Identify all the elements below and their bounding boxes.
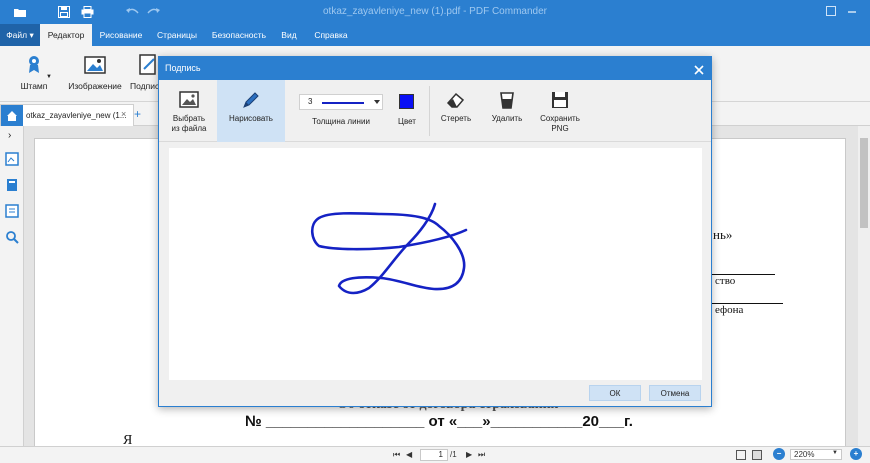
color-swatch[interactable] xyxy=(399,94,414,109)
pages-icon[interactable] xyxy=(5,152,19,166)
erase-label: Стереть xyxy=(440,114,472,123)
tab-help[interactable]: Справка xyxy=(306,24,356,46)
home-icon[interactable] xyxy=(1,105,23,127)
next-page-icon[interactable]: ▶ xyxy=(466,450,472,459)
ok-button[interactable]: ОК xyxy=(589,385,641,401)
title-bar: otkaz_zayavleniye_new (1).pdf - PDF Comm… xyxy=(0,0,870,24)
expand-sidebar-icon[interactable]: › xyxy=(8,130,11,141)
erase-button[interactable]: Стереть xyxy=(435,80,477,142)
prev-page-icon[interactable]: ◀ xyxy=(406,450,412,459)
file-menu[interactable]: Файл ▾ xyxy=(0,24,40,46)
dialog-title-bar: Подпись xyxy=(159,57,711,80)
save-png-button[interactable]: Сохранить PNG xyxy=(535,80,585,142)
doc-text-line1: ство xyxy=(715,275,736,287)
window-title: otkaz_zayavleniye_new (1).pdf - PDF Comm… xyxy=(323,6,547,17)
signature-icon xyxy=(139,54,156,75)
page-number-input[interactable]: 1 xyxy=(420,449,448,461)
toolbar-divider xyxy=(429,86,430,136)
left-sidebar: › xyxy=(0,126,24,446)
close-tab-icon[interactable]: × xyxy=(121,109,126,119)
tab-view[interactable]: Вид xyxy=(274,24,304,46)
pen-icon xyxy=(243,92,259,108)
status-bar: ⏮ ◀ 1 /1 ▶ ⏭ − 220% ▼ + xyxy=(0,446,870,463)
zoom-select[interactable]: 220% ▼ xyxy=(790,449,842,460)
delete-label: Удалить xyxy=(491,114,523,123)
stamp-button[interactable]: Штамп ▼ xyxy=(14,54,54,91)
settings-icon[interactable] xyxy=(824,4,838,18)
line-width-preview xyxy=(322,102,364,104)
tab-security[interactable]: Безопасность xyxy=(206,24,272,46)
draw-button[interactable]: Нарисовать xyxy=(217,80,285,142)
tab-pages[interactable]: Страницы xyxy=(150,24,204,46)
delete-button[interactable]: Удалить xyxy=(485,80,529,142)
doc-number-line: № ___________________ от «___»__________… xyxy=(245,413,633,430)
signature-drawing xyxy=(310,202,468,295)
draw-label: Нарисовать xyxy=(229,114,273,123)
cancel-button[interactable]: Отмена xyxy=(649,385,701,401)
zoom-in-icon[interactable]: + xyxy=(850,448,862,460)
choose-file-label: Выбрать из файла xyxy=(171,114,207,133)
line-width-select[interactable]: 3 xyxy=(299,94,383,110)
fit-page-icon[interactable] xyxy=(736,450,746,460)
doc-text-quote: нь» xyxy=(713,227,733,242)
ribbon-tabs: Файл ▾ Редактор Рисование Страницы Безоп… xyxy=(0,24,870,46)
color-button[interactable]: Цвет xyxy=(391,80,423,142)
first-page-icon[interactable]: ⏮ xyxy=(393,450,400,460)
page-total: /1 xyxy=(450,450,457,459)
minimize-icon[interactable] xyxy=(845,4,859,18)
document-tab-label: otkaz_zayavleniye_new (1... xyxy=(26,111,127,120)
line-width-label: Толщина линии xyxy=(312,117,370,126)
bookmarks-icon[interactable] xyxy=(5,178,19,192)
image-icon xyxy=(84,56,106,74)
scrollbar-thumb[interactable] xyxy=(860,138,868,228)
comments-icon[interactable] xyxy=(5,204,19,218)
close-icon[interactable] xyxy=(693,62,705,75)
line-width-group: 3 Толщина линии xyxy=(295,80,387,142)
fit-width-icon[interactable] xyxy=(752,450,762,460)
save-png-label: Сохранить PNG xyxy=(540,114,580,133)
tab-drawing[interactable]: Рисование xyxy=(94,24,148,46)
save-icon xyxy=(552,92,568,108)
stamp-icon xyxy=(29,56,39,73)
signature-dialog: Подпись Выбрать из файла Нарисовать 3 То… xyxy=(158,56,712,407)
tab-editor[interactable]: Редактор xyxy=(40,24,92,46)
dialog-toolbar: Выбрать из файла Нарисовать 3 Толщина ли… xyxy=(159,80,711,142)
trash-icon xyxy=(500,92,514,109)
vertical-scrollbar[interactable] xyxy=(858,126,870,446)
image-file-icon xyxy=(179,91,199,108)
add-tab-button[interactable]: + xyxy=(134,107,141,121)
choose-file-button[interactable]: Выбрать из файла xyxy=(161,80,217,142)
image-button[interactable]: Изображение xyxy=(66,54,124,91)
signature-button[interactable]: Подпис xyxy=(130,54,160,91)
color-label: Цвет xyxy=(398,117,416,126)
doc-text-line2: ефона xyxy=(715,304,744,316)
document-tab[interactable]: otkaz_zayavleniye_new (1... × xyxy=(0,104,134,127)
search-icon[interactable] xyxy=(5,230,19,244)
dialog-title: Подпись xyxy=(165,63,201,73)
eraser-icon xyxy=(446,92,465,108)
signature-canvas[interactable] xyxy=(169,148,702,380)
last-page-icon[interactable]: ⏭ xyxy=(478,450,485,460)
stamp-dropdown-icon[interactable]: ▼ xyxy=(46,74,52,80)
zoom-out-icon[interactable]: − xyxy=(773,448,785,460)
chevron-down-icon xyxy=(374,100,380,104)
